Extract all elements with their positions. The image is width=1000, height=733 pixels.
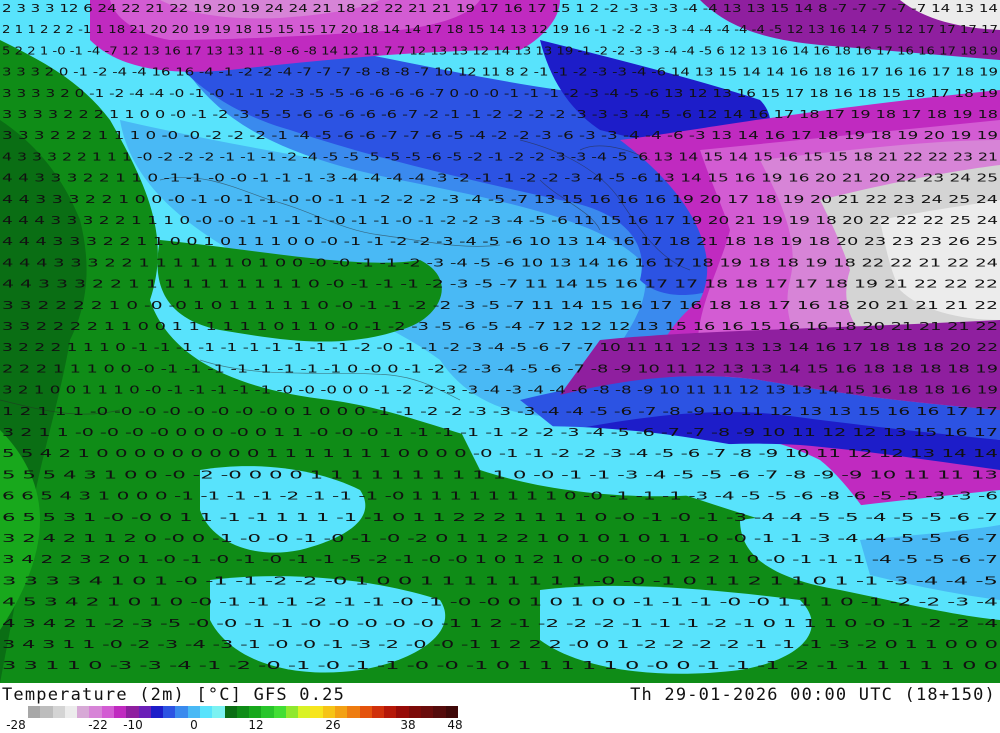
colorbar-swatch: [150, 706, 164, 718]
colorbar-swatch: [28, 706, 41, 718]
value-row: 3 4 3 1 1 -0 -2 -3 -4 -3 -1 -0 -0 -1 -3 …: [2, 638, 998, 651]
colorbar-swatch: [52, 706, 65, 718]
colorbar-label: 38: [400, 718, 416, 732]
value-row: 3 3 3 2 2 2 1 1 1 0 -0 -0 -2 -2 -2 -1 -4…: [2, 129, 998, 142]
colorbar-swatch: [396, 706, 409, 718]
colorbar-swatch: [89, 706, 102, 718]
value-row: 3 3 3 3 2 0 -1 -2 -4 -4 -0 -1 -0 -1 -1 -…: [2, 87, 998, 100]
colorbar-swatch: [175, 706, 188, 718]
value-row: 4 3 3 3 2 2 1 1 1 -0 -2 -2 -2 -1 -1 -1 -…: [2, 150, 998, 163]
map-canvas: 2 3 3 3 12 6 24 22 21 22 19 20 19 24 24 …: [0, 0, 1000, 683]
value-row: 3 3 3 2 0 -1 -2 -4 -4 16 16 -4 -1 -2 -2 …: [2, 66, 998, 79]
colorbar-label: 48: [447, 718, 463, 732]
colorbar-swatch: [101, 706, 114, 718]
map-title: Temperature (2m) [°C] GFS 0.25: [2, 685, 346, 705]
colorbar-swatch: [249, 706, 262, 718]
value-row: 3 2 1 0 0 1 1 1 0 -0 -1 -1 -1 -1 -1 -0 -…: [2, 384, 998, 397]
value-row: 4 4 3 3 3 2 2 1 1 1 1 1 1 1 1 1 1 0 -0 -…: [2, 278, 998, 291]
value-row: 2 1 1 2 2 2 -1 1 18 21 20 20 19 19 18 15…: [2, 23, 998, 36]
value-row: 4 4 3 3 3 2 2 1 1 0 -1 -1 -0 -0 -1 -1 -1…: [2, 172, 998, 185]
value-row: 4 4 4 3 3 3 2 2 1 1 1 0 -0 -0 -1 -1 -1 -…: [2, 214, 998, 227]
colorbar-label: -28: [6, 718, 26, 732]
colorbar-swatch: [212, 706, 225, 718]
value-row: 3 4 2 2 3 2 0 1 -0 -1 -0 -1 -0 -1 -1 -5 …: [2, 553, 998, 566]
temperature-colorbar: [28, 706, 458, 718]
value-row: 4 4 3 3 3 2 2 1 0 0 -0 -1 -0 -1 -1 -0 -0…: [2, 193, 998, 206]
temperature-map: 2 3 3 3 12 6 24 22 21 22 19 20 19 24 24 …: [0, 0, 1000, 683]
value-row: 4 4 4 3 3 3 2 2 1 1 0 0 1 0 1 1 1 0 0 -0…: [2, 235, 998, 248]
colorbar-swatch: [347, 706, 360, 718]
colorbar-labels: -28 -22 -10 0 12 26 38 48: [0, 718, 480, 732]
colorbar-swatch: [199, 706, 213, 718]
colorbar-swatch: [408, 706, 421, 718]
value-row: 5 2 2 1 -0 -1 -4 -7 12 13 16 17 13 13 11…: [2, 44, 998, 57]
value-row: 3 2 2 2 1 1 1 0 -1 -1 -1 -1 -1 -1 -1 -1 …: [2, 341, 998, 354]
colorbar-swatch: [298, 706, 311, 718]
colorbar-label: 26: [325, 718, 341, 732]
colorbar-swatch: [77, 706, 90, 718]
colorbar-swatch: [187, 706, 200, 718]
colorbar-swatch: [445, 706, 458, 718]
value-row: 3 3 2 2 2 2 1 0 -0 -0 1 0 1 1 1 1 1 0 -0…: [2, 299, 998, 312]
colorbar-swatch: [224, 706, 237, 718]
value-row: 3 3 1 1 0 -3 -3 -4 -1 -2 -0 -1 -0 -1 -1 …: [2, 659, 998, 672]
value-row: 3 3 3 3 4 1 0 1 -0 -1 -1 -2 -2 -0 1 0 0 …: [2, 574, 998, 587]
value-row: 6 5 5 3 1 -0 -0 0 1 1 -1 -1 1 1 1 -1 -1 …: [2, 511, 998, 524]
colorbar-label: -10: [123, 718, 143, 732]
colorbar-swatch: [384, 706, 397, 718]
value-row: 5 5 4 2 1 0 0 0 0 0 0 0 0 0 1 1 1 1 1 1 …: [2, 447, 998, 460]
colorbar-swatch: [433, 706, 446, 718]
colorbar-swatch: [310, 706, 323, 718]
colorbar-swatch: [335, 706, 348, 718]
colorbar-swatch: [261, 706, 274, 718]
colorbar-swatch: [64, 706, 78, 718]
colorbar-swatch: [236, 706, 250, 718]
value-row: 5 5 5 4 3 1 0 0 -0 -2 -0 0 0 0 1 1 1 1 1…: [2, 468, 998, 481]
value-row: 3 3 2 2 2 2 1 1 0 0 1 1 1 1 1 1 0 1 1 0 …: [2, 320, 998, 333]
value-row: 2 3 3 3 12 6 24 22 21 22 19 20 19 24 24 …: [2, 2, 998, 15]
colorbar-swatch: [371, 706, 385, 718]
colorbar-swatch: [113, 706, 127, 718]
colorbar-label: -22: [88, 718, 108, 732]
colorbar-swatch: [40, 706, 53, 718]
valid-time: Th 29-01-2026 00:00 UTC (18+150): [630, 685, 996, 705]
value-row: 3 3 3 3 2 2 2 1 1 0 0 -0 -1 -2 -3 -5 -5 …: [2, 108, 998, 121]
value-row: 3 2 4 2 1 1 2 0 -0 0 -1 -0 -0 -1 -0 -1 -…: [2, 532, 998, 545]
value-row: 2 2 2 1 1 1 0 0 -0 -1 -1 -1 -1 -1 -1 -1 …: [2, 362, 998, 375]
colorbar-label: 12: [248, 718, 264, 732]
colorbar-swatch: [273, 706, 286, 718]
colorbar-swatch: [322, 706, 336, 718]
value-row: 4 5 3 4 2 1 0 1 0 -0 -1 -1 -1 -2 -1 -1 -…: [2, 596, 998, 609]
value-row: 4 4 4 3 3 3 2 2 1 1 1 1 1 1 0 1 0 0 -0 -…: [2, 256, 998, 269]
colorbar-swatch: [359, 706, 372, 718]
colorbar-swatch: [138, 706, 151, 718]
value-row: 6 6 5 4 3 1 0 0 0 -1 -1 -1 -1 -2 -1 -1 -…: [2, 490, 998, 503]
colorbar-swatch: [285, 706, 299, 718]
value-row: 4 3 4 2 1 -2 -3 -5 -0 -0 -1 -1 -0 -0 -0 …: [2, 617, 998, 630]
colorbar-swatch: [126, 706, 139, 718]
map-footer: Temperature (2m) [°C] GFS 0.25 Th 29-01-…: [0, 683, 1000, 733]
colorbar-swatch: [421, 706, 434, 718]
colorbar-label: 0: [190, 718, 198, 732]
colorbar-swatch: [163, 706, 176, 718]
value-row: 1 2 1 1 1 -0 -0 -0 -0 -0 -0 -0 -0 0 1 0 …: [2, 405, 998, 418]
value-row: 3 2 1 1 -0 -0 -0 -0 0 0 0 -0 0 1 1 -0 -0…: [2, 426, 998, 439]
